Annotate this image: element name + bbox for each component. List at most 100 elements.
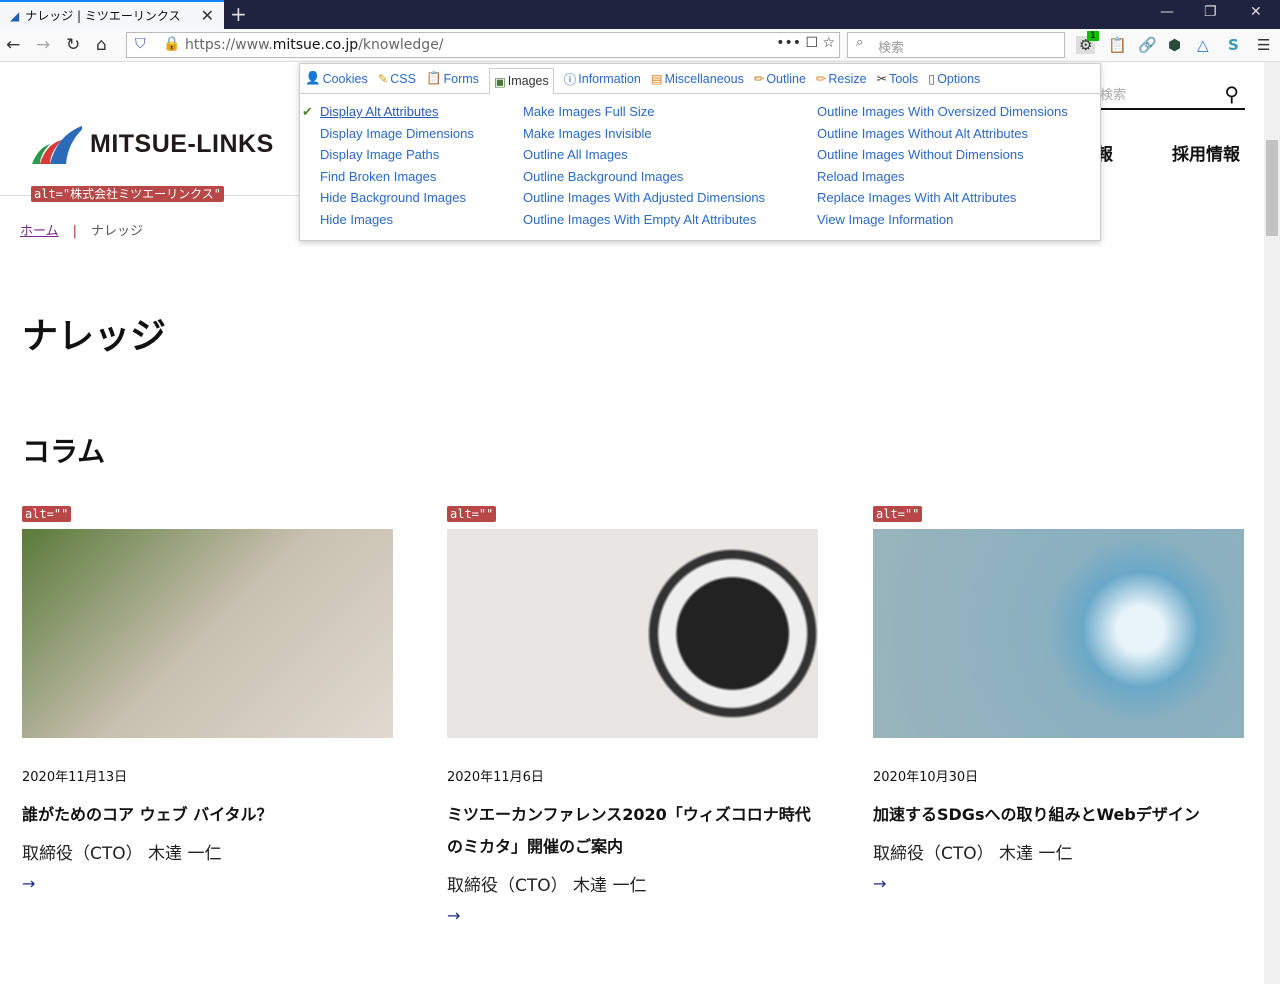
forms-clipboard-icon: 📋 [425,71,442,85]
shield-icon: ⛉ [135,36,146,52]
hexagon-extension-icon[interactable]: ⬢ [1168,36,1181,54]
search-icon[interactable]: ⚲ [1224,82,1239,106]
restore-icon[interactable]: ❐ [1204,4,1217,20]
menu-item[interactable]: Outline Images Without Dimensions [817,147,1068,169]
tab-label: Forms [443,71,479,86]
logo-mark-icon [32,125,82,164]
alt-attribute-label: alt="" [447,506,497,522]
alt-attribute-label: alt="" [873,506,923,522]
web-developer-panel: 👤 Cookies ✎ CSS 📋 Forms ▣ Images ⓘ Informatio… [299,63,1101,241]
menu-column: Display Alt Attributes Display Image Dim… [320,104,474,233]
article-card[interactable]: alt="" 2020年11月13日 誰がためのコア ウェブ バイタル？ 取締役… [22,506,394,893]
url-bar[interactable]: ⛉ 🔒 https://www.mitsue.co.jp/knowledge/ … [126,32,840,58]
tab-information[interactable]: ⓘ Information [564,69,641,88]
menu-column: Outline Images With Oversized Dimensions… [817,104,1068,233]
link-icon[interactable]: 🔗 [1138,36,1157,54]
breadcrumb: ホーム | ナレッジ [20,220,143,239]
tab-label: Tools [889,71,919,86]
triangle-extension-icon[interactable]: △ [1197,36,1209,54]
menu-item[interactable]: Hide Images [320,212,474,234]
menu-item[interactable]: View Image Information [817,212,1068,234]
menu-item-display-alt-attributes[interactable]: Display Alt Attributes [320,104,474,126]
article-card[interactable]: alt="" 2020年11月6日 ミツエーカンファレンス2020「ウィズコロナ… [447,506,819,925]
new-tab-icon[interactable]: + [230,2,247,26]
browser-search-input[interactable]: ⌕ 検索 [847,32,1065,58]
scrollbar-thumb[interactable] [1266,140,1278,236]
tab-outline[interactable]: ✏ Outline [753,71,806,87]
article-image[interactable] [873,529,1244,738]
s-extension-icon[interactable]: S [1228,36,1239,54]
tab-css[interactable]: ✎ CSS [378,71,416,87]
back-icon[interactable]: ← [6,35,20,55]
menu-item[interactable]: Outline Background Images [523,169,765,191]
clipboard-icon[interactable]: 📋 [1108,36,1127,54]
browser-tab[interactable]: ◢ ナレッジ | ミツエーリンクス ✕ [0,0,224,29]
tab-label: CSS [390,71,416,86]
tab-options[interactable]: ▯ Options [928,71,980,87]
tab-label: Cookies [322,71,368,86]
information-icon: ⓘ [563,73,577,87]
menu-item[interactable]: Outline Images With Adjusted Dimensions [523,190,765,212]
tab-title: ナレッジ | ミツエーリンクス [25,9,181,23]
search-icon: ⌕ [856,35,864,50]
article-image[interactable] [447,529,818,738]
alt-attribute-label: alt="株式会社ミツエーリンクス" [31,186,224,202]
tools-icon: ✂ [876,72,888,86]
menu-item[interactable]: Make Images Invisible [523,126,765,148]
tab-label: Miscellaneous [664,71,744,86]
close-tab-icon[interactable]: ✕ [201,6,214,25]
article-title[interactable]: 加速するSDGsへの取り組みとWebデザイン [873,799,1245,831]
article-author: 取締役（CTO） 木達 一仁 [22,844,222,864]
scrollbar[interactable] [1264,62,1280,984]
nav-item-recruit[interactable]: 採用情報 [1172,140,1240,165]
menu-icon[interactable]: ☰ [1257,36,1270,54]
tab-forms[interactable]: 📋 Forms [426,71,479,86]
section-title: コラム [22,435,106,468]
home-icon[interactable]: ⌂ [96,35,107,55]
menu-item[interactable]: Reload Images [817,169,1068,191]
page-title: ナレッジ [22,316,167,357]
tab-label: Images [507,74,549,88]
breadcrumb-current: ナレッジ [91,224,144,239]
breadcrumb-home-link[interactable]: ホーム [20,224,59,239]
title-bar: ◢ ナレッジ | ミツエーリンクス ✕ + — ❐ ✕ [0,0,1280,29]
arrow-icon[interactable]: → [22,874,394,893]
menu-item[interactable]: Replace Images With Alt Attributes [817,190,1068,212]
reload-icon[interactable]: ↻ [66,35,80,55]
minimize-icon[interactable]: — [1160,4,1174,20]
options-icon: ▯ [928,72,936,86]
tab-images[interactable]: ▣ Images [488,67,554,95]
site-logo[interactable]: MITSUE-LINKS [30,122,274,166]
arrow-icon[interactable]: → [447,906,819,925]
outline-pencil-icon: ✏ [753,72,765,86]
menu-item[interactable]: Make Images Full Size [523,104,765,126]
favicon-icon: ◢ [10,8,20,23]
tab-miscellaneous[interactable]: ▤ Miscellaneous [651,71,744,87]
tab-tools[interactable]: ✂ Tools [876,71,919,87]
site-search-input[interactable]: 検索 ⚲ [1100,82,1245,110]
forward-icon[interactable]: → [36,35,50,55]
images-icon: ▣ [493,74,506,89]
menu-item[interactable]: Find Broken Images [320,169,474,191]
checkmark-icon: ✔ [302,104,313,119]
menu-item[interactable]: Outline All Images [523,147,765,169]
article-title[interactable]: 誰がためのコア ウェブ バイタル？ [22,799,394,831]
menu-column: Make Images Full Size Make Images Invisi… [523,104,765,233]
page-actions-icons[interactable]: ••• ☐ ☆ [776,35,835,51]
article-image[interactable] [22,529,393,738]
close-window-icon[interactable]: ✕ [1250,4,1262,20]
tab-cookies[interactable]: 👤 Cookies [305,71,368,86]
menu-item[interactable]: Outline Images Without Alt Attributes [817,126,1068,148]
nav-bar: ← → ↻ ⌂ ⛉ 🔒 https://www.mitsue.co.jp/kno… [0,29,1280,62]
menu-item[interactable]: Hide Background Images [320,190,474,212]
menu-item[interactable]: Outline Images With Empty Alt Attributes [523,212,765,234]
extension-badge: 1 [1087,31,1099,41]
menu-item[interactable]: Outline Images With Oversized Dimensions [817,104,1068,126]
menu-item[interactable]: Display Image Paths [320,147,474,169]
article-date: 2020年11月13日 [22,770,128,785]
arrow-icon[interactable]: → [873,874,1245,893]
menu-item[interactable]: Display Image Dimensions [320,126,474,148]
tab-resize[interactable]: ✏ Resize [816,71,867,87]
article-title[interactable]: ミツエーカンファレンス2020「ウィズコロナ時代のミカタ」開催のご案内 [447,799,819,863]
article-card[interactable]: alt="" 2020年10月30日 加速するSDGsへの取り組みとWebデザイ… [873,506,1245,893]
